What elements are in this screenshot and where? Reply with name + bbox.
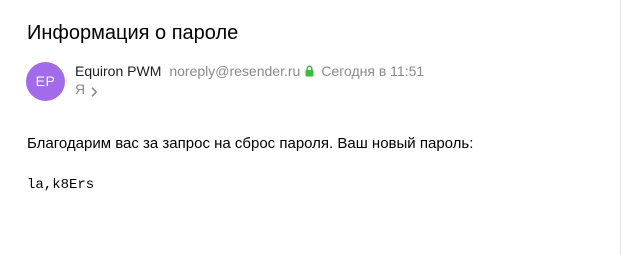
sender-avatar[interactable]: EP (26, 62, 65, 101)
pane-divider (620, 0, 621, 255)
recipient-toggle[interactable]: Я (75, 80, 98, 98)
sender-email[interactable]: noreply@resender.ru (169, 63, 300, 79)
sender-name[interactable]: Equiron PWM (75, 63, 161, 79)
recipient-label: Я (75, 81, 86, 97)
message-date: Сегодня в 11:51 (321, 63, 425, 79)
lock-icon (305, 64, 314, 77)
message-body-text: Благодарим вас за запрос на сброс пароля… (27, 135, 474, 152)
message-subject: Информация о пароле (27, 22, 239, 44)
new-password: la,k8Ers (27, 177, 95, 193)
sender-line: Equiron PWM noreply@resender.ru Сегодня … (75, 62, 424, 80)
chevron-right-icon (91, 84, 98, 97)
